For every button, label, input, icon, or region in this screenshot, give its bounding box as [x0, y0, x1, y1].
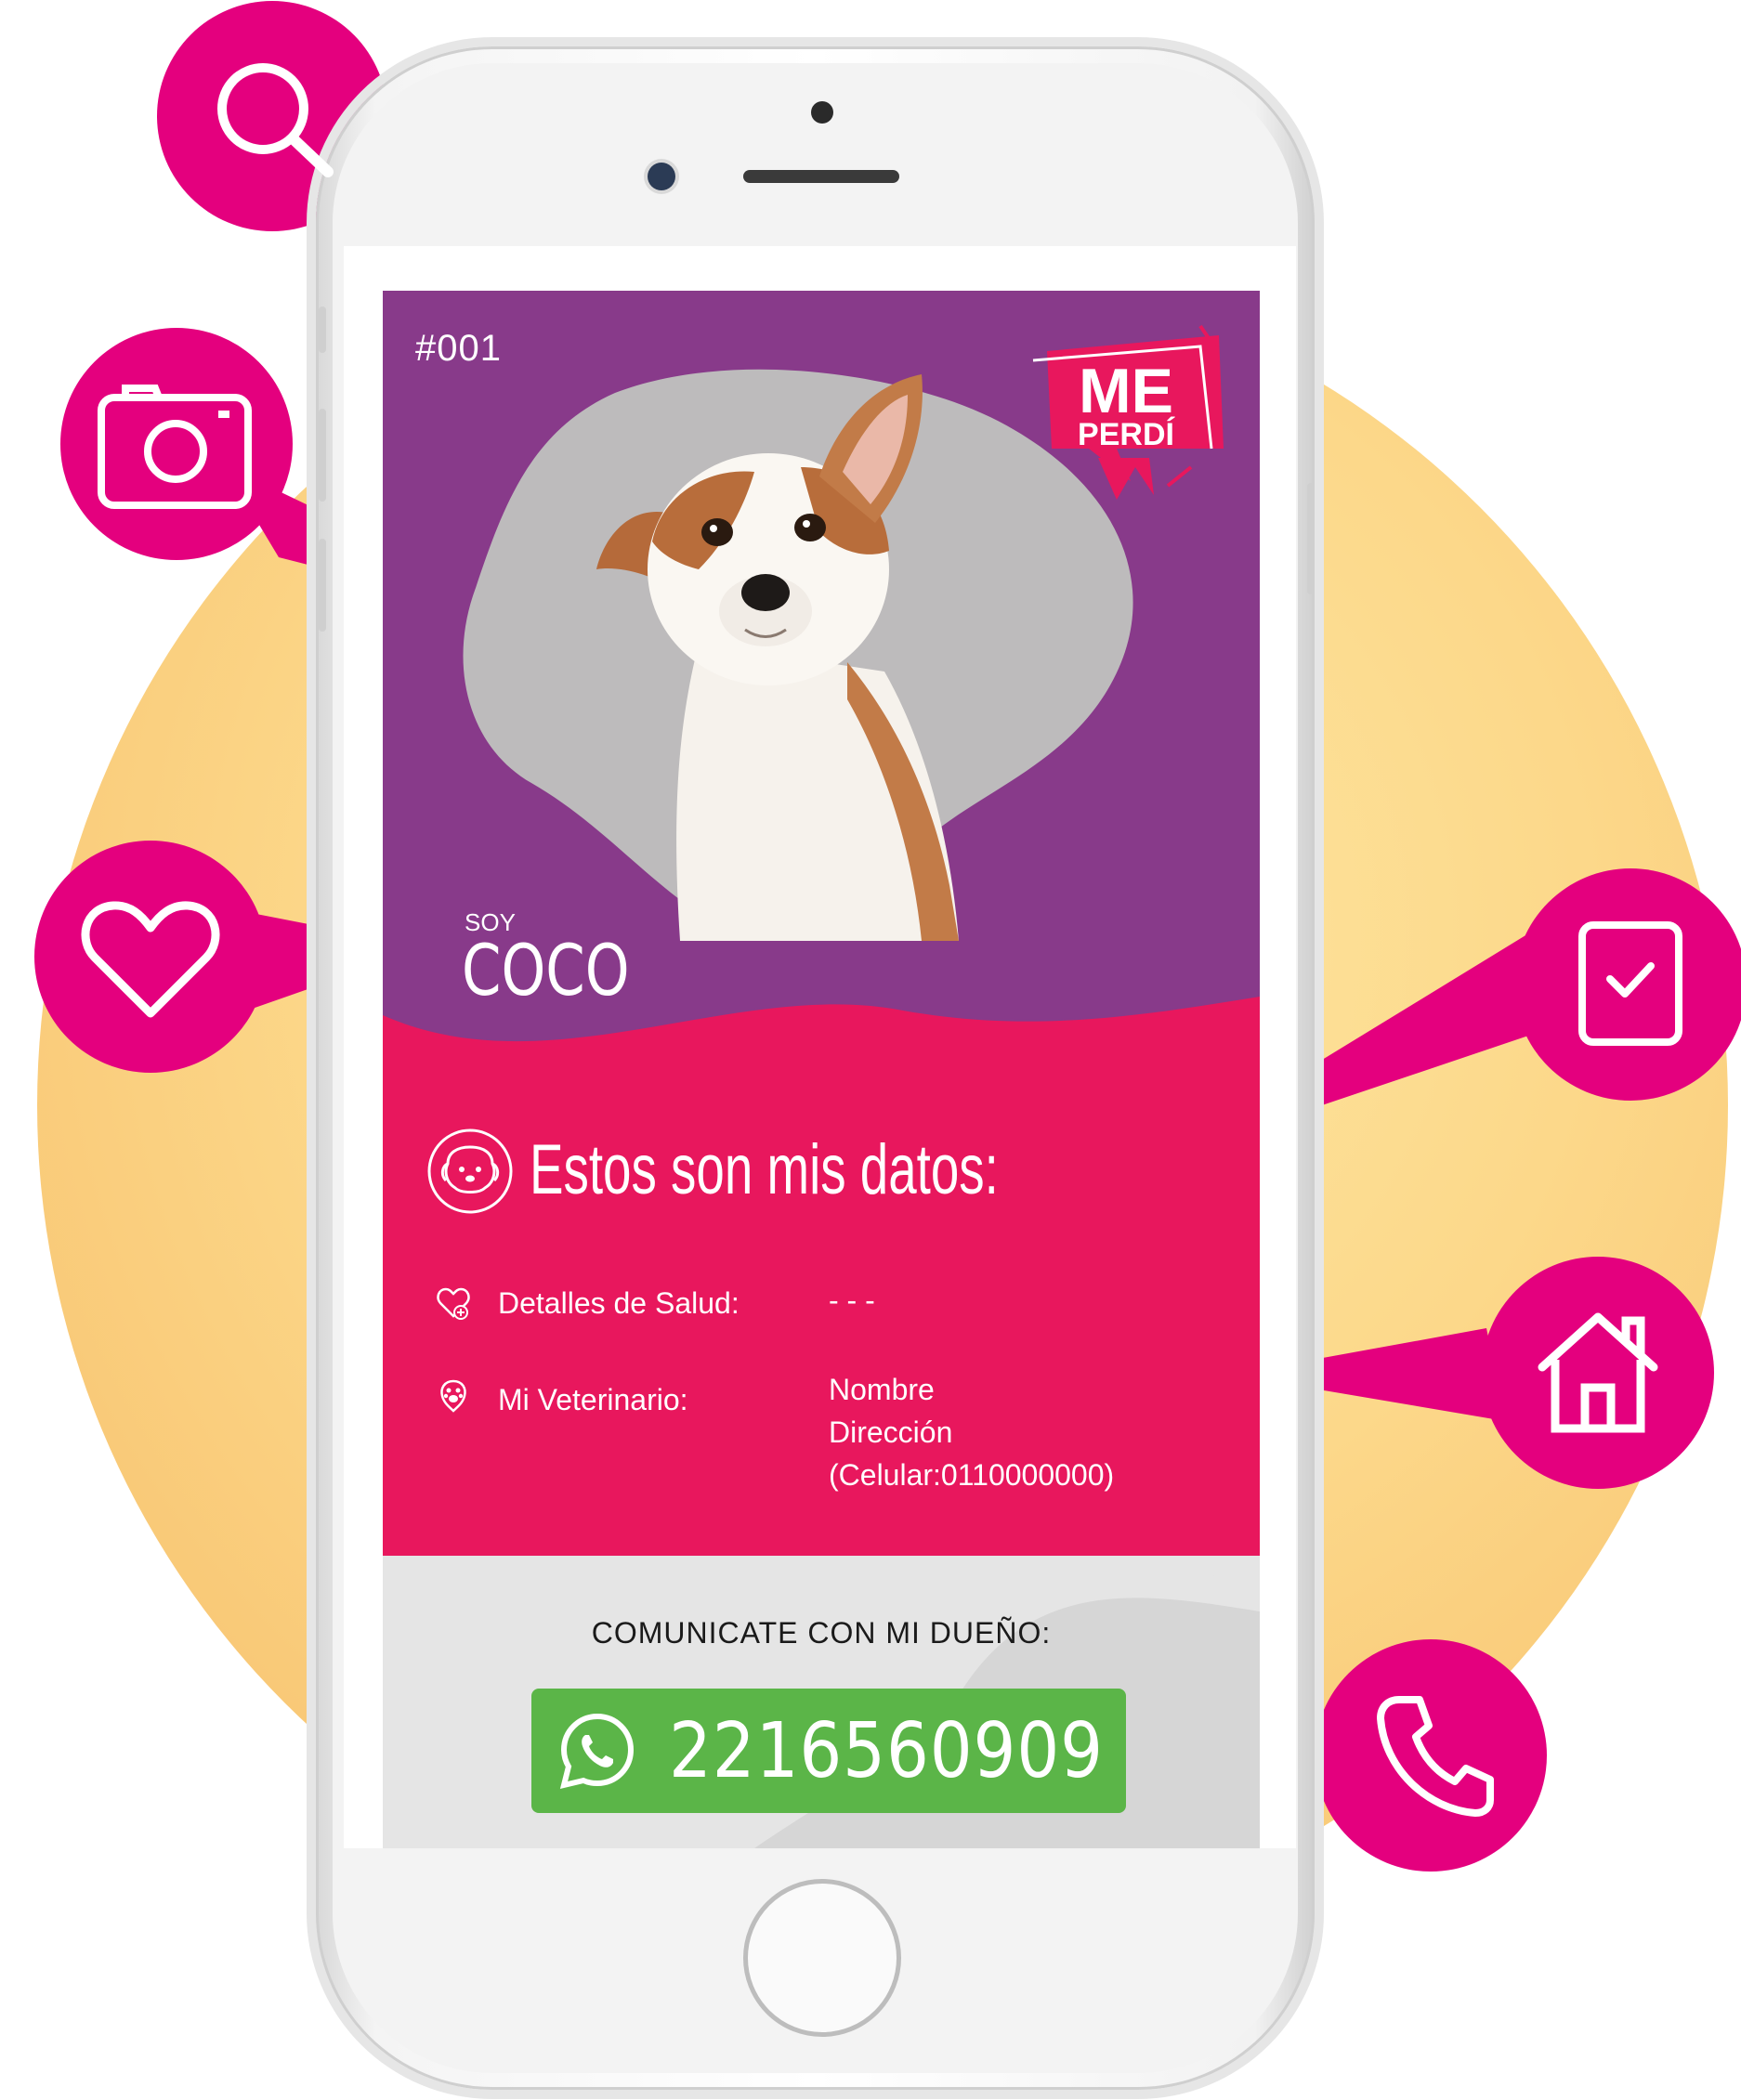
pet-card: #001 ME PERDÍ SOY COCO Estos son mis dat… [383, 291, 1260, 1848]
health-label: Detalles de Salud: [498, 1286, 740, 1320]
home-button[interactable] [743, 1879, 901, 2037]
whatsapp-button[interactable]: 2216560909 [531, 1689, 1126, 1813]
vet-address: Dirección [829, 1415, 953, 1449]
details-title: Estos son mis datos: [530, 1130, 999, 1209]
phone-volume-down-button [319, 539, 326, 632]
phone-volume-up-button [319, 409, 326, 502]
search-icon [217, 63, 334, 177]
speaker-grille [743, 170, 899, 183]
camera-icon [98, 385, 252, 509]
vet-paw-icon [440, 1379, 466, 1413]
whatsapp-icon [559, 1713, 635, 1790]
home-icon [1538, 1312, 1658, 1433]
contact-label: COMUNICATE CON MI DUEÑO: [591, 1616, 1052, 1650]
phone-power-button [1307, 483, 1315, 594]
badge-text-me: ME [1079, 356, 1173, 426]
vet-name: Nombre [829, 1373, 935, 1406]
phone-icon [1377, 1696, 1494, 1817]
heart-icon [81, 901, 220, 1018]
pet-name: COCO [462, 929, 630, 1011]
dog-illustration [596, 374, 959, 941]
front-sensor [811, 101, 833, 124]
health-value: - - - [829, 1284, 875, 1317]
dog-face-icon [427, 1128, 513, 1214]
phone-side-button [319, 307, 326, 353]
heart-health-icon [437, 1287, 470, 1320]
vet-phone: (Celular:0110000000) [829, 1458, 1115, 1492]
clipboard-check-icon [1578, 921, 1682, 1046]
front-camera [648, 163, 675, 190]
whatsapp-number: 2216560909 [669, 1707, 1104, 1795]
vet-label: Mi Veterinario: [498, 1383, 688, 1416]
badge-text-perdi: PERDÍ [1078, 417, 1174, 452]
